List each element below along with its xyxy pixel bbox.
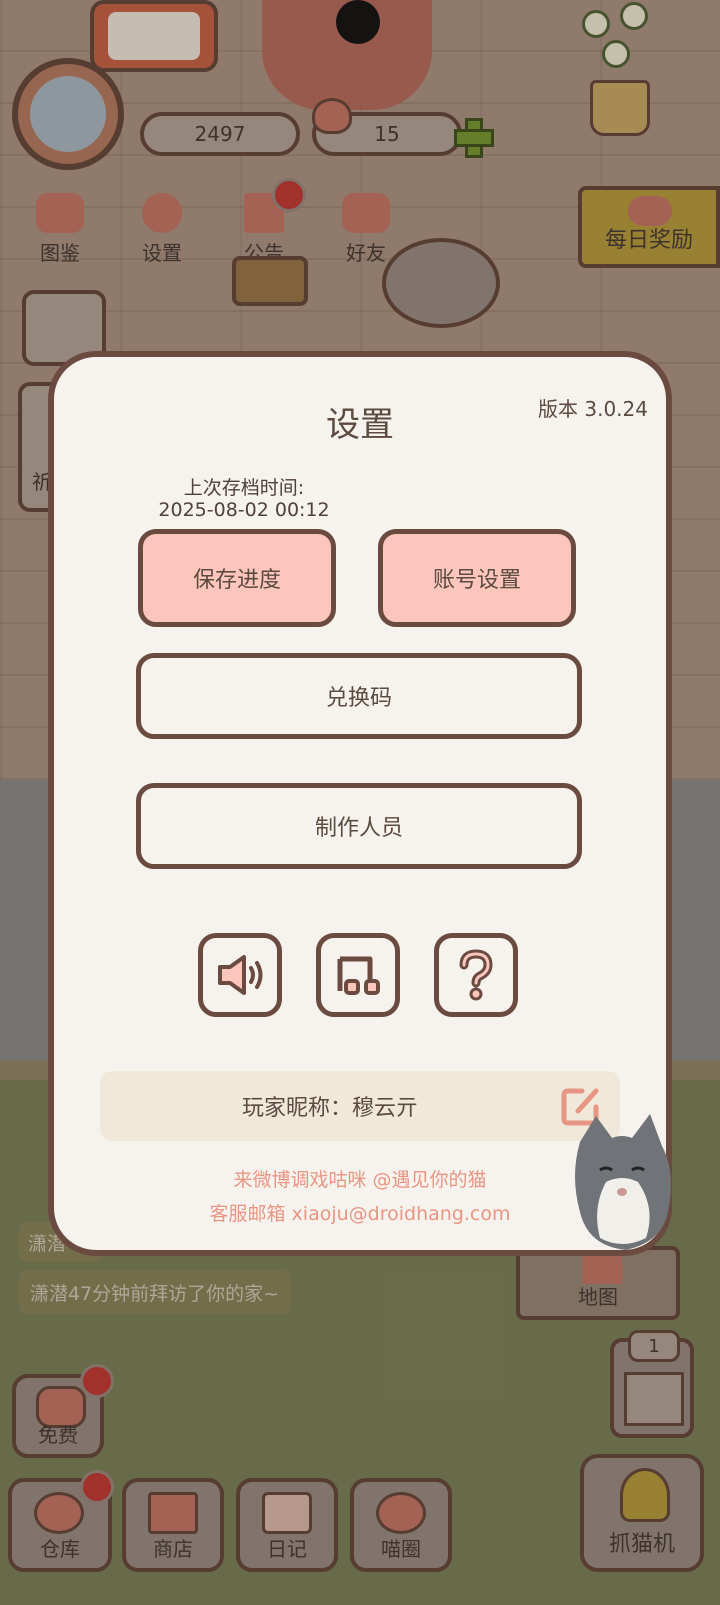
cat-photo [575, 1114, 671, 1250]
last-save-time: 2025-08-02 00:12 [158, 499, 330, 521]
version-label: 版本 3.0.24 [538, 397, 648, 421]
speaker-icon [218, 955, 263, 995]
player-nickname: 玩家昵称：穆云亓 [241, 1096, 418, 1121]
music-toggle-button[interactable] [316, 933, 400, 1017]
credits-button[interactable]: 制作人员 [136, 783, 582, 869]
sound-toggle-button[interactable] [198, 933, 282, 1017]
help-button[interactable] [434, 933, 518, 1017]
question-icon [459, 949, 493, 1001]
account-settings-button[interactable]: 账号设置 [378, 529, 576, 627]
last-save-label: 上次存档时间: [183, 477, 305, 499]
save-progress-button[interactable]: 保存进度 [138, 529, 336, 627]
redeem-code-button[interactable]: 兑换码 [136, 653, 582, 739]
nickname-bar: 玩家昵称：穆云亓 [100, 1071, 620, 1141]
music-note-icon [337, 956, 380, 995]
